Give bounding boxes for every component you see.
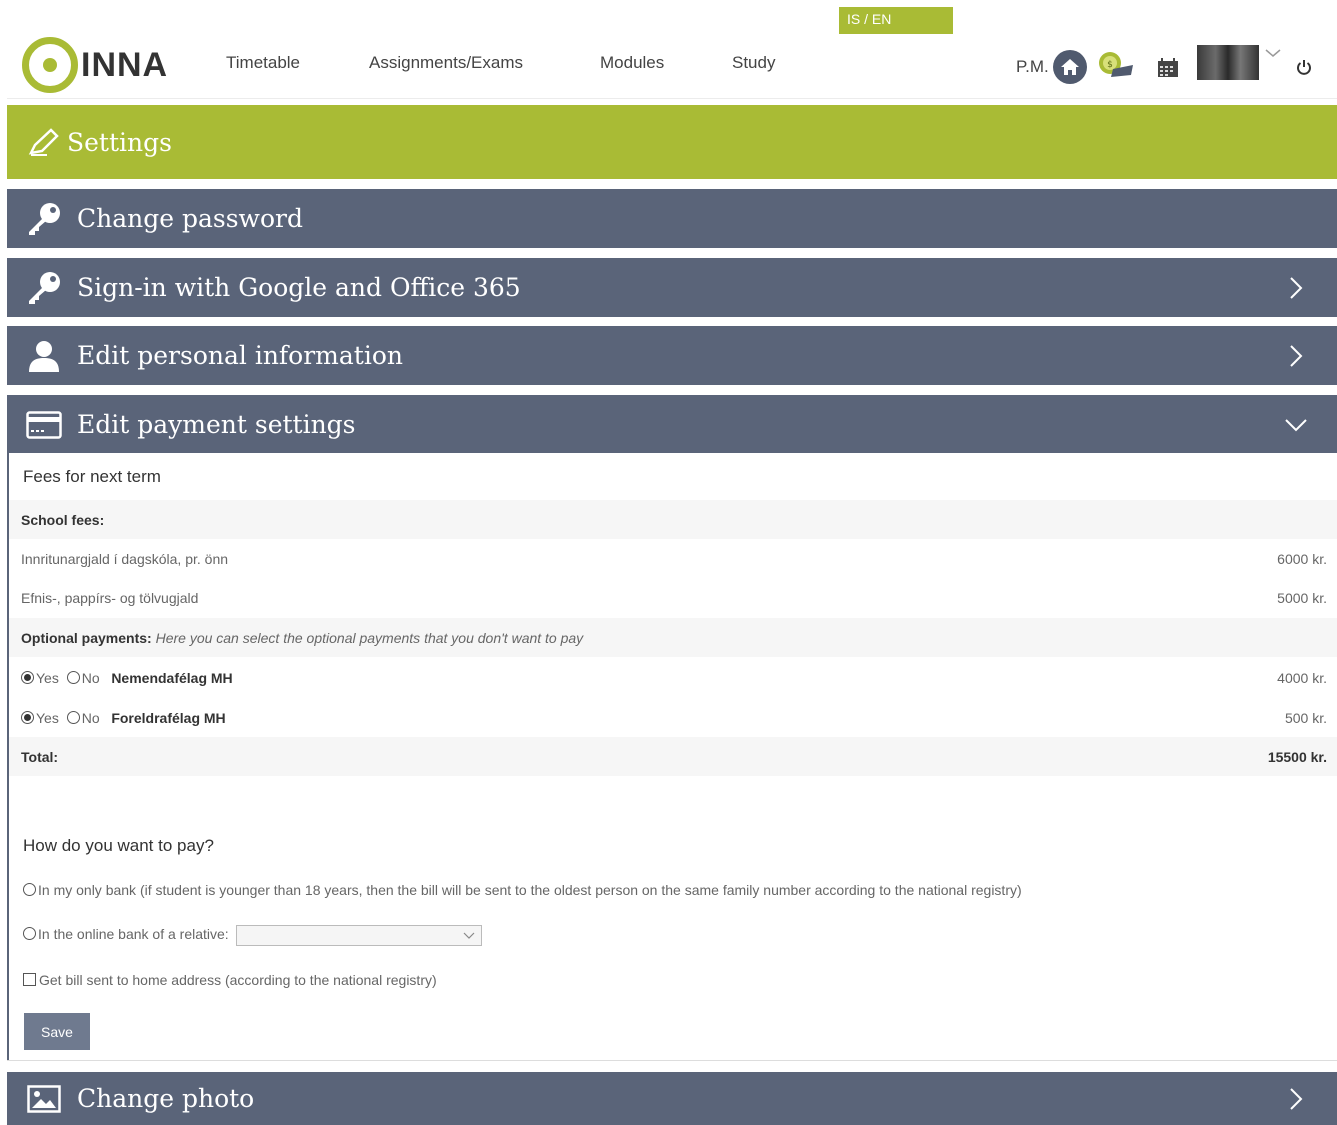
yes-radio[interactable] [21,670,34,684]
panel-title: Sign-in with Google and Office 365 [77,273,521,302]
yes-label: Yes [36,669,59,686]
no-radio[interactable] [66,670,80,684]
nav-study[interactable]: Study [732,53,775,73]
table-row: Innritunargjald í dagskóla, pr. önn 6000… [9,539,1337,578]
page-title: Settings [67,127,172,157]
power-icon[interactable] [1295,58,1313,76]
panel-title: Edit personal information [77,341,403,370]
school-fees-header: School fees: [9,500,1337,539]
coin-icon[interactable]: $ [1097,51,1135,81]
nav-assignments-exams[interactable]: Assignments/Exams [369,53,523,73]
own-bank-label: In my only bank (if student is younger t… [38,882,1022,898]
optional-amount: 4000 kr. [1277,669,1327,686]
logo-ring-icon [22,37,78,93]
top-divider [7,98,1337,99]
panel-title: Change password [77,204,303,233]
optional-label: Optional payments: [21,629,152,646]
relative-bank-label: In the online bank of a relative: [38,926,229,943]
optional-payment-name: Nemendafélag MH [111,669,233,686]
no-label: No [81,669,100,686]
nav-timetable[interactable]: Timetable [226,53,300,73]
total-label: Total: [21,748,59,765]
panel-change-password[interactable]: Change password [7,189,1337,248]
fee-amount: 6000 kr. [1277,550,1327,567]
chevron-right-icon[interactable] [1283,275,1309,301]
panel-title: Change photo [77,1084,255,1113]
user-initials[interactable]: P.M. [1016,57,1049,77]
total-row: Total: 15500 kr. [9,737,1337,776]
fee-amount: 5000 kr. [1277,589,1327,606]
fees-title: Fees for next term [23,467,161,486]
chevron-down-icon[interactable] [1283,412,1309,438]
logo[interactable]: INNA [22,37,168,93]
panel-edit-payment-settings[interactable]: Edit payment settings [7,395,1337,454]
settings-header: Settings [7,105,1337,179]
school-fees-label: School fees: [21,511,105,528]
own-bank-radio[interactable] [23,883,36,896]
user-icon [25,337,63,375]
yes-radio[interactable] [21,710,34,724]
top-navigation: INNA Timetable Assignments/Exams Modules… [0,34,1337,98]
calendar-icon[interactable] [1157,58,1179,78]
language-switch[interactable]: IS / EN [839,7,953,34]
panel-title: Edit payment settings [77,410,356,439]
relative-bank-radio[interactable] [23,927,36,941]
panel-edit-personal-information[interactable]: Edit personal information [7,326,1337,385]
table-row: Yes No Foreldrafélag MH 500 kr. [9,698,1337,737]
chevron-right-icon[interactable] [1283,343,1309,369]
no-radio[interactable] [66,710,80,724]
table-row: Yes No Nemendafélag MH 4000 kr. [9,658,1337,697]
panel-change-photo[interactable]: Change photo [7,1072,1337,1125]
key-icon [25,200,63,238]
pay-option-own-bank[interactable]: In my only bank (if student is younger t… [23,882,1022,898]
relative-select[interactable] [235,925,482,946]
how-to-pay-title: How do you want to pay? [23,836,214,855]
pay-option-home-address[interactable]: Get bill sent to home address (according… [23,972,437,988]
logo-text: INNA [81,45,169,84]
optional-payments-header: Optional payments: Here you can select t… [9,618,1337,657]
pencil-icon [28,128,59,156]
chevron-down-icon [463,932,475,939]
avatar[interactable] [1197,45,1259,80]
nav-modules[interactable]: Modules [600,53,664,73]
fee-label: Efnis-, pappírs- og tölvugjald [21,589,199,606]
yes-label: Yes [36,709,59,726]
fee-label: Innritunargjald í dagskóla, pr. önn [21,550,229,567]
save-button[interactable]: Save [24,1013,90,1050]
credit-card-icon [25,406,63,444]
optional-amount: 500 kr. [1284,709,1327,726]
payment-settings-content: Fees for next term School fees: Innritun… [7,453,1337,1060]
optional-hint: Here you can select the optional payment… [155,629,584,646]
table-row: Efnis-, pappírs- og tölvugjald 5000 kr. [9,578,1337,617]
home-icon[interactable] [1053,50,1087,84]
home-address-label: Get bill sent to home address (according… [39,972,437,988]
bottom-divider [7,1060,1337,1061]
svg-text:$: $ [1107,60,1113,70]
key-icon [25,269,63,307]
no-label: No [81,709,100,726]
home-address-checkbox[interactable] [23,973,36,986]
chevron-down-icon[interactable] [1264,46,1282,60]
optional-payment-name: Foreldrafélag MH [111,709,226,726]
pay-option-relative-bank[interactable]: In the online bank of a relative: [23,925,482,946]
chevron-right-icon[interactable] [1283,1086,1309,1112]
total-amount: 15500 kr. [1267,748,1327,765]
panel-google-office-signin[interactable]: Sign-in with Google and Office 365 [7,258,1337,317]
image-icon [25,1080,63,1118]
